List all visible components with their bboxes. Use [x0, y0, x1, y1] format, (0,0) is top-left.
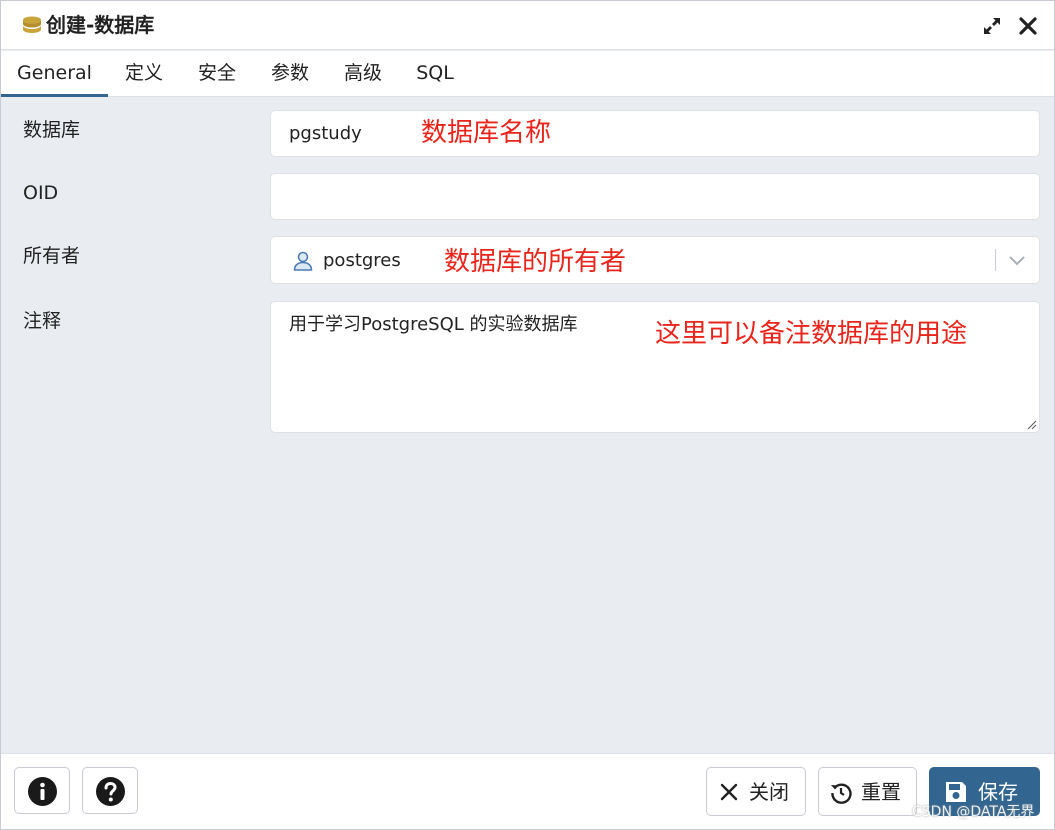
help-icon	[96, 777, 125, 806]
owner-select[interactable]: postgres	[270, 236, 1040, 284]
maximize-icon[interactable]	[980, 14, 1004, 38]
comment-annotation: 这里可以备注数据库的用途	[655, 319, 968, 349]
watermark: CSDN @DATA无界	[912, 804, 1035, 820]
database-name-value: pgstudy	[289, 123, 362, 144]
owner-label: 所有者	[23, 245, 81, 267]
save-button-label: 保存	[978, 780, 1018, 804]
tab-sql[interactable]: SQL	[406, 51, 464, 97]
comment-label: 注释	[23, 310, 62, 332]
tab-parameters[interactable]: 参数	[260, 51, 320, 97]
tab-definition[interactable]: 定义	[114, 51, 174, 97]
reset-button[interactable]: 重置	[818, 767, 917, 816]
database-name-input[interactable]: pgstudy	[270, 110, 1040, 157]
create-database-dialog: 创建-数据库 General 定义 安全 参数 高级 SQL 数据库 pgstu…	[0, 0, 1055, 830]
owner-annotation: 数据库的所有者	[444, 247, 627, 277]
info-icon	[28, 777, 57, 806]
close-button[interactable]: 关闭	[706, 767, 806, 816]
dialog-titlebar: 创建-数据库	[1, 1, 1054, 50]
select-divider	[995, 249, 996, 271]
chevron-down-icon[interactable]	[1006, 249, 1028, 271]
owner-value: postgres	[323, 250, 401, 271]
comment-value: 用于学习PostgreSQL 的实验数据库	[289, 314, 578, 335]
dialog-footer: 关闭 重置 保存	[1, 753, 1054, 829]
database-name-annotation: 数据库名称	[421, 118, 552, 148]
reset-icon	[831, 783, 852, 804]
oid-input[interactable]	[270, 173, 1040, 220]
database-label: 数据库	[23, 119, 81, 141]
tab-bar: General 定义 安全 参数 高级 SQL	[1, 51, 1054, 97]
resize-grip-icon[interactable]	[1025, 418, 1037, 430]
oid-label: OID	[23, 182, 59, 204]
save-icon	[946, 782, 966, 802]
tab-general[interactable]: General	[1, 51, 108, 97]
help-button[interactable]	[82, 767, 138, 814]
user-icon	[293, 251, 313, 271]
reset-button-label: 重置	[861, 780, 901, 804]
dialog-title: 创建-数据库	[46, 13, 155, 37]
close-x-icon	[720, 783, 738, 801]
close-icon[interactable]	[1016, 14, 1040, 38]
tab-advanced[interactable]: 高级	[333, 51, 393, 97]
info-button[interactable]	[14, 767, 70, 814]
database-icon	[23, 16, 41, 33]
close-button-label: 关闭	[749, 780, 789, 804]
tab-security[interactable]: 安全	[187, 51, 247, 97]
